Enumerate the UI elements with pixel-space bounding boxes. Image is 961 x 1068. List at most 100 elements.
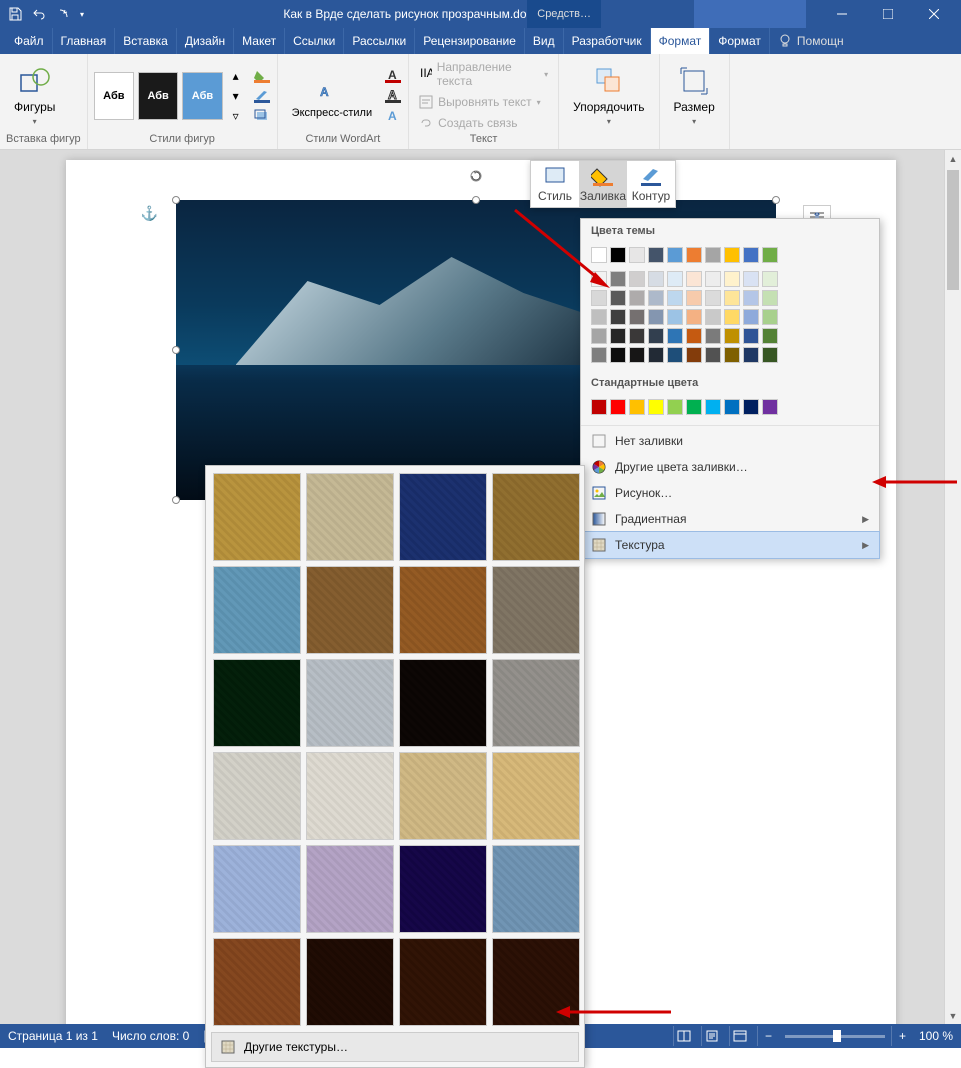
menu-picture-fill[interactable]: Рисунок… (581, 480, 879, 506)
color-swatch[interactable] (743, 399, 759, 415)
color-swatch[interactable] (610, 247, 626, 263)
color-swatch[interactable] (629, 347, 645, 363)
color-swatch[interactable] (610, 347, 626, 363)
shapes-gallery-button[interactable]: Фигуры ▾ (6, 63, 63, 128)
texture-swatch[interactable] (492, 473, 580, 561)
minimize-button[interactable] (819, 0, 865, 28)
color-swatch[interactable] (648, 347, 664, 363)
color-swatch[interactable] (686, 247, 702, 263)
zoom-in-button[interactable]: + (891, 1026, 913, 1046)
resize-handle-n[interactable] (472, 196, 480, 204)
color-swatch[interactable] (762, 247, 778, 263)
texture-swatch[interactable] (213, 659, 301, 747)
close-button[interactable] (911, 0, 957, 28)
color-swatch[interactable] (686, 271, 702, 287)
scroll-thumb[interactable] (947, 170, 959, 290)
color-swatch[interactable] (591, 309, 607, 325)
color-swatch[interactable] (667, 247, 683, 263)
wordart-quick-styles[interactable]: A Экспресс-стили (284, 70, 380, 121)
color-swatch[interactable] (724, 328, 740, 344)
color-swatch[interactable] (705, 290, 721, 306)
zoom-slider-thumb[interactable] (833, 1030, 841, 1042)
tab-references[interactable]: Ссылки (285, 28, 344, 54)
color-swatch[interactable] (610, 399, 626, 415)
user-account-area[interactable] (694, 0, 806, 28)
texture-swatch[interactable] (399, 659, 487, 747)
tab-home[interactable]: Главная (53, 28, 116, 54)
color-swatch[interactable] (743, 271, 759, 287)
align-text-button[interactable]: Выровнять текст▾ (415, 93, 545, 111)
texture-swatch[interactable] (492, 845, 580, 933)
zoom-out-button[interactable]: − (757, 1026, 779, 1046)
tab-review[interactable]: Рецензирование (415, 28, 525, 54)
texture-swatch[interactable] (306, 938, 394, 1026)
tab-mailings[interactable]: Рассылки (344, 28, 415, 54)
tab-format-picture[interactable]: Формат (710, 28, 770, 54)
color-swatch[interactable] (705, 247, 721, 263)
color-swatch[interactable] (724, 271, 740, 287)
tell-me-search[interactable]: Помощн (770, 28, 852, 54)
color-swatch[interactable] (591, 347, 607, 363)
texture-swatch[interactable] (492, 659, 580, 747)
redo-button[interactable] (52, 3, 74, 25)
color-swatch[interactable] (667, 309, 683, 325)
gallery-up[interactable]: ▴ (227, 67, 245, 85)
texture-swatch[interactable] (306, 659, 394, 747)
style-preset-3[interactable]: Абв (182, 72, 222, 120)
texture-swatch[interactable] (306, 752, 394, 840)
tab-format-shape[interactable]: Формат (651, 28, 711, 54)
color-swatch[interactable] (648, 309, 664, 325)
save-button[interactable] (4, 3, 26, 25)
texture-swatch[interactable] (399, 938, 487, 1026)
color-swatch[interactable] (591, 399, 607, 415)
size-button[interactable]: Размер▾ (666, 63, 723, 128)
color-swatch[interactable] (686, 290, 702, 306)
color-swatch[interactable] (667, 271, 683, 287)
undo-button[interactable] (28, 3, 50, 25)
texture-swatch[interactable] (213, 938, 301, 1026)
color-swatch[interactable] (686, 309, 702, 325)
tab-insert[interactable]: Вставка (115, 28, 177, 54)
resize-handle-ne[interactable] (772, 196, 780, 204)
color-swatch[interactable] (724, 247, 740, 263)
color-swatch[interactable] (724, 290, 740, 306)
color-swatch[interactable] (743, 309, 759, 325)
color-swatch[interactable] (705, 271, 721, 287)
scroll-up[interactable]: ▲ (945, 150, 961, 167)
texture-swatch[interactable] (213, 845, 301, 933)
color-swatch[interactable] (667, 399, 683, 415)
color-swatch[interactable] (610, 328, 626, 344)
color-swatch[interactable] (591, 290, 607, 306)
tab-design[interactable]: Дизайн (177, 28, 234, 54)
color-swatch[interactable] (629, 290, 645, 306)
color-swatch[interactable] (648, 247, 664, 263)
color-swatch[interactable] (610, 271, 626, 287)
tab-developer[interactable]: Разработчик (564, 28, 651, 54)
view-print-layout[interactable] (701, 1026, 723, 1046)
color-swatch[interactable] (686, 399, 702, 415)
color-swatch[interactable] (629, 247, 645, 263)
texture-swatch[interactable] (213, 566, 301, 654)
texture-swatch[interactable] (492, 752, 580, 840)
create-link-button[interactable]: Создать связь (415, 114, 521, 132)
color-swatch[interactable] (629, 309, 645, 325)
texture-swatch[interactable] (399, 752, 487, 840)
color-swatch[interactable] (762, 328, 778, 344)
color-swatch[interactable] (648, 290, 664, 306)
resize-handle-nw[interactable] (172, 196, 180, 204)
texture-swatch[interactable] (306, 845, 394, 933)
texture-swatch[interactable] (213, 752, 301, 840)
status-page[interactable]: Страница 1 из 1 (8, 1029, 98, 1043)
tab-file[interactable]: Файл (6, 28, 53, 54)
color-swatch[interactable] (762, 347, 778, 363)
resize-handle-w[interactable] (172, 346, 180, 354)
color-swatch[interactable] (629, 328, 645, 344)
color-swatch[interactable] (705, 399, 721, 415)
status-word-count[interactable]: Число слов: 0 (112, 1029, 189, 1043)
menu-gradient-fill[interactable]: Градиентная ▶ (581, 506, 879, 532)
color-swatch[interactable] (762, 399, 778, 415)
texture-swatch[interactable] (306, 566, 394, 654)
text-fill-button[interactable]: A (384, 67, 402, 85)
texture-swatch[interactable] (306, 473, 394, 561)
color-swatch[interactable] (648, 399, 664, 415)
